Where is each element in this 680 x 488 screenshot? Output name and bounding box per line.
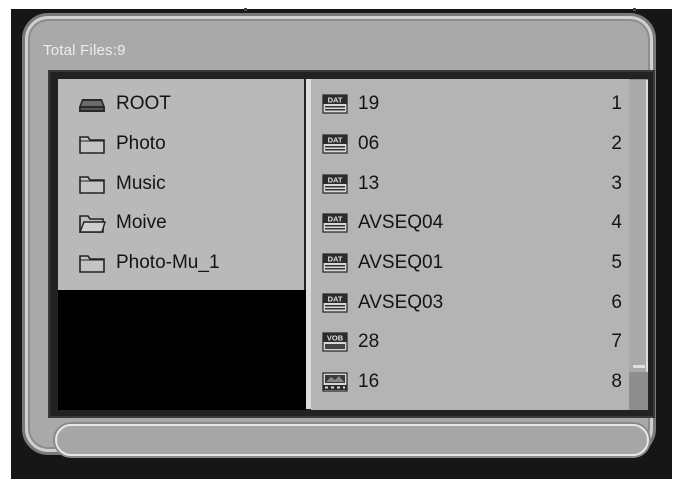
dat-file-icon: DAT — [322, 133, 348, 155]
file-name: 19 — [358, 93, 380, 114]
file-item[interactable]: DAT AVSEQ04 4 — [322, 205, 622, 241]
dat-file-icon: DAT — [322, 212, 348, 234]
file-item[interactable]: DAT AVSEQ01 5 — [322, 245, 622, 281]
svg-text:DAT: DAT — [328, 176, 343, 185]
file-index: 3 — [611, 173, 622, 194]
dat-file-icon: DAT — [322, 252, 348, 274]
folder-item-photo-mu-1[interactable]: Photo-Mu_1 — [78, 245, 220, 281]
file-name: 06 — [358, 133, 380, 154]
file-index: 1 — [611, 93, 622, 114]
folder-label: Photo — [116, 133, 166, 154]
svg-text:DAT: DAT — [328, 295, 343, 304]
file-item[interactable]: DAT 13 3 — [322, 166, 622, 202]
status-bar — [55, 424, 649, 456]
scrollbar-marker — [633, 365, 645, 368]
svg-text:DAT: DAT — [328, 96, 343, 105]
file-index: 8 — [611, 371, 622, 392]
preview-area — [58, 290, 307, 410]
file-name: 13 — [358, 173, 380, 194]
file-index: 5 — [611, 252, 622, 273]
folder-open-icon — [78, 212, 106, 234]
file-index: 2 — [611, 133, 622, 154]
vob-file-icon: VOB — [322, 331, 348, 353]
screen-artifact — [633, 8, 636, 11]
file-name: AVSEQ04 — [358, 212, 444, 233]
folder-icon — [78, 133, 106, 155]
dat-file-icon: DAT — [322, 292, 348, 314]
file-item[interactable]: DAT AVSEQ03 6 — [322, 285, 622, 321]
file-name: AVSEQ03 — [358, 292, 444, 313]
svg-text:DAT: DAT — [328, 136, 343, 145]
folder-item-music[interactable]: Music — [78, 166, 166, 202]
file-item[interactable]: DAT 06 2 — [322, 126, 622, 162]
svg-text:VOB: VOB — [327, 334, 344, 343]
folder-label: Photo-Mu_1 — [116, 252, 220, 273]
file-index: 7 — [611, 331, 622, 352]
file-name: AVSEQ01 — [358, 252, 444, 273]
svg-text:DAT: DAT — [328, 215, 343, 224]
folder-item-moive[interactable]: Moive — [78, 205, 167, 241]
video-file-icon — [322, 371, 348, 393]
folder-label: Moive — [116, 212, 167, 233]
dat-file-icon: DAT — [322, 173, 348, 195]
drive-icon — [78, 93, 106, 115]
folder-label: Music — [116, 173, 166, 194]
file-name: 16 — [358, 371, 380, 392]
file-index: 4 — [611, 212, 622, 233]
file-item[interactable]: 16 8 — [322, 364, 622, 400]
folder-label: ROOT — [116, 93, 171, 114]
folder-icon — [78, 252, 106, 274]
screen-artifact — [244, 8, 247, 11]
file-item[interactable]: DAT 19 1 — [322, 86, 622, 122]
folder-icon — [78, 173, 106, 195]
scrollbar-thumb[interactable] — [629, 80, 648, 372]
file-item[interactable]: VOB 28 7 — [322, 324, 622, 360]
total-files-label: Total Files:9 — [43, 42, 126, 59]
dat-file-icon: DAT — [322, 93, 348, 115]
folder-item-photo[interactable]: Photo — [78, 126, 166, 162]
file-index: 6 — [611, 292, 622, 313]
file-name: 28 — [358, 331, 380, 352]
svg-text:DAT: DAT — [328, 255, 343, 264]
folder-item-root[interactable]: ROOT — [78, 86, 171, 122]
